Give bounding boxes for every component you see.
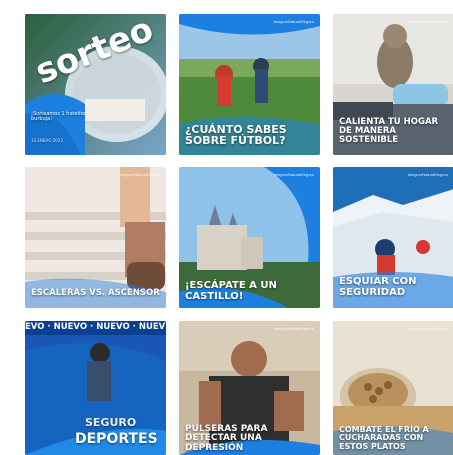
deportes-caption-small: SEGURO: [85, 416, 137, 430]
instagram-post-grid: sorteo ¡Sorteamos 1 hotelito burbuja! 13…: [0, 0, 453, 455]
post-tile-escaleras[interactable]: #seguroNaturalSeguro ESCALERAS VS. ASCEN…: [25, 167, 166, 308]
castillo-handle: #seguroNaturalSeguro: [273, 172, 314, 177]
post-tile-futbol[interactable]: #seguroNaturalSeguro ¿CUÁNTO SABES SOBRE…: [179, 14, 320, 155]
sorteo-footer: 13 ENERO 2023: [31, 138, 63, 143]
post-tile-castillo[interactable]: #seguroNaturalSeguro ¡ESCÁPATE A UN CAST…: [179, 167, 320, 308]
post-tile-hogar[interactable]: #seguroNaturalSeguro CALIENTA TU HOGAR D…: [333, 14, 453, 155]
hogar-handle: #seguroNaturalSeguro: [407, 19, 448, 24]
post-tile-deportes[interactable]: EVO · NUEVO · NUEVO · NUEV SEGURO DEPORT…: [25, 321, 166, 455]
castillo-caption: ¡ESCÁPATE A UN CASTILLO!: [185, 280, 277, 302]
deportes-caption: DEPORTES: [75, 431, 158, 448]
futbol-handle: #seguroNaturalSeguro: [273, 19, 314, 24]
combate-handle: #seguroNaturalSeguro: [407, 326, 448, 331]
escaleras-background: [25, 167, 166, 308]
pulseras-handle: #seguroNaturalSeguro: [273, 326, 314, 331]
futbol-caption: ¿CUÁNTO SABES SOBRE FÚTBOL?: [185, 122, 287, 148]
esquiar-handle: #seguroNaturalSeguro: [407, 172, 448, 177]
esquiar-caption: ESQUIAR CON SEGURIDAD: [339, 276, 417, 298]
post-tile-combate[interactable]: #seguroNaturalSeguro COMBATE EL FRÍO A C…: [333, 321, 453, 455]
sorteo-subtitle: ¡Sorteamos 1 hotelito burbuja!: [31, 111, 86, 123]
pulseras-caption: PULSERAS PARA DETECTAR UNA DEPRESIÓN: [185, 423, 268, 453]
post-tile-esquiar[interactable]: #seguroNaturalSeguro ESQUIAR CON SEGURID…: [333, 167, 453, 308]
combate-caption: COMBATE EL FRÍO A CUCHARADAS CON ESTOS P…: [339, 424, 429, 451]
post-tile-pulseras[interactable]: #seguroNaturalSeguro PULSERAS PARA DETEC…: [179, 321, 320, 455]
escaleras-caption: ESCALERAS VS. ASCENSOR: [31, 288, 160, 299]
escaleras-handle: #seguroNaturalSeguro: [119, 172, 160, 177]
hogar-caption: CALIENTA TU HOGAR DE MANERA SOSTENIBLE: [339, 117, 439, 146]
deportes-ticker: EVO · NUEVO · NUEVO · NUEV: [25, 322, 166, 332]
post-tile-sorteo[interactable]: sorteo ¡Sorteamos 1 hotelito burbuja! 13…: [25, 14, 166, 155]
